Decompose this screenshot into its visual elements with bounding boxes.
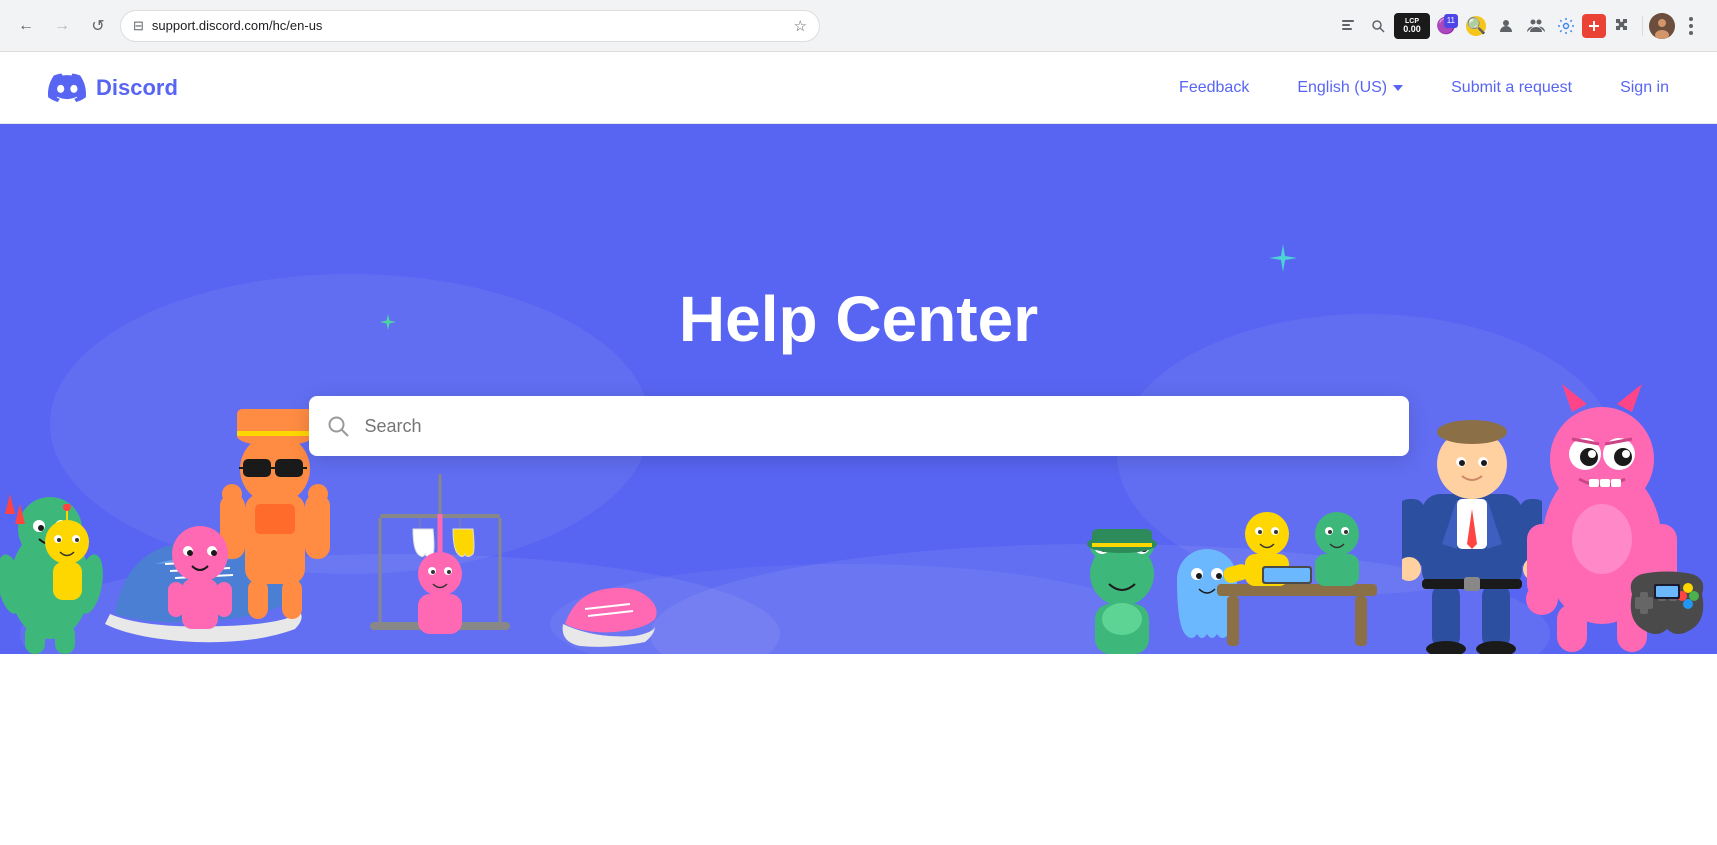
sparkle-large [1269,244,1297,272]
settings-extension-icon[interactable] [1552,12,1580,40]
site-header: Discord Feedback English (US) Submit a r… [0,52,1717,124]
discord-logo-icon [48,73,86,103]
refresh-button[interactable]: ↺ [84,12,112,40]
hero-title: Help Center [679,282,1038,356]
pink-small-left-char [160,514,240,644]
back-button[interactable]: ← [12,12,40,40]
working-group-char [1207,454,1387,654]
browser-toolbar: LCP 0.00 🟣 11 🔍 [1334,12,1705,40]
search-input[interactable] [309,396,1409,456]
browser-chrome: ← → ↺ ⊟ support.discord.com/hc/en-us ☆ L… [0,0,1717,52]
gray-person-extension-icon[interactable] [1492,12,1520,40]
site-nav: Feedback English (US) Submit a request S… [1179,79,1669,97]
purple-extension-icon[interactable]: 🟣 11 [1432,12,1460,40]
yellow-extension-icon[interactable]: 🔍 [1462,12,1490,40]
yellow-char [35,504,100,614]
puzzle-extension-icon[interactable] [1608,12,1636,40]
sign-in-link[interactable]: Sign in [1620,79,1669,97]
hero-section: Help Center [0,124,1717,654]
lcp-extension-icon[interactable]: LCP 0.00 [1394,13,1430,39]
red-cross-extension-icon[interactable] [1582,14,1606,38]
bookmark-icon[interactable]: ☆ [794,17,807,35]
toolbar-separator [1642,16,1643,36]
submit-request-link[interactable]: Submit a request [1451,79,1572,97]
search-container [309,396,1409,456]
discord-logo-link[interactable]: Discord [48,73,178,103]
chevron-down-icon [1393,85,1403,91]
frog-char [1077,524,1167,654]
sparkle-small-green [380,314,396,330]
discord-logo-text: Discord [96,75,178,101]
pink-shoe-char [555,554,665,654]
profile-avatar[interactable] [1649,13,1675,39]
clothes-rack-char [340,474,540,654]
search-zoom-icon[interactable] [1364,12,1392,40]
feedback-link[interactable]: Feedback [1179,79,1249,97]
browser-menu-icon[interactable] [1677,12,1705,40]
reader-mode-icon[interactable] [1334,12,1362,40]
forward-button: → [48,12,76,40]
address-bar[interactable]: ⊟ support.discord.com/hc/en-us ☆ [120,10,820,42]
controls-icon: ⊟ [133,18,144,34]
language-selector[interactable]: English (US) [1297,79,1403,97]
people-extension-icon[interactable] [1522,12,1550,40]
game-controller-char [1622,564,1712,644]
search-icon [327,415,349,437]
url-text: support.discord.com/hc/en-us [152,18,786,33]
